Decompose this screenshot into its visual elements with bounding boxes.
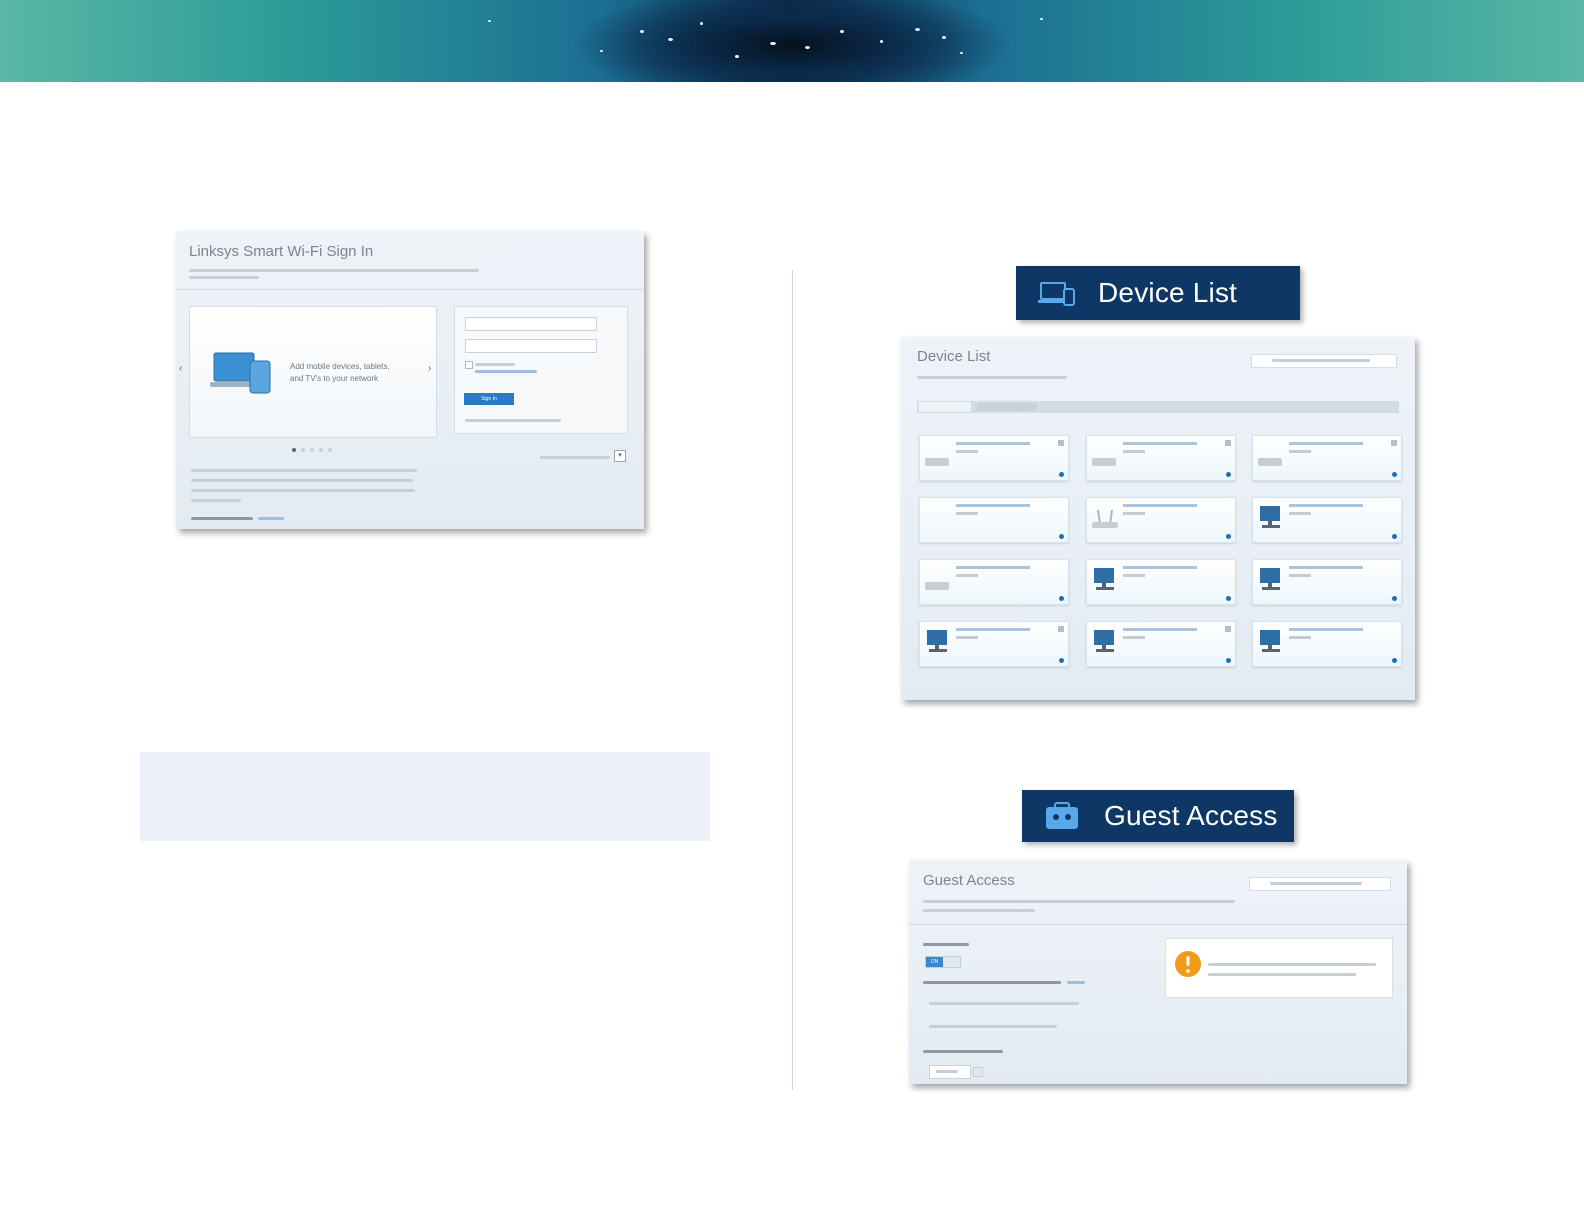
promo-text: Add mobile devices, tablets, and TV's to…	[290, 362, 390, 383]
warning-icon	[1175, 951, 1201, 977]
device-list-screenshot: Device List	[901, 337, 1415, 700]
device-tabs	[917, 401, 1399, 413]
guest-info-panel	[1165, 938, 1393, 998]
device-card[interactable]	[1086, 435, 1236, 481]
carousel-next-icon[interactable]: ›	[428, 363, 431, 374]
signin-button[interactable]: Sign In	[464, 393, 514, 405]
device-list-header-label: Device List	[1098, 277, 1238, 308]
password-input[interactable]	[465, 339, 597, 353]
desktop-icon	[1260, 506, 1280, 528]
remember-checkbox[interactable]	[465, 361, 473, 369]
router-icon	[1092, 458, 1116, 466]
device-card[interactable]	[1086, 497, 1236, 543]
device-card[interactable]	[919, 559, 1069, 605]
device-card[interactable]	[1252, 435, 1402, 481]
username-input[interactable]	[465, 317, 597, 331]
language-select[interactable]: ▾	[614, 450, 626, 462]
desktop-icon	[1260, 568, 1280, 590]
device-list-title: Device List	[917, 348, 991, 365]
wireless-router-icon	[1092, 509, 1118, 528]
login-form: Sign In	[454, 306, 628, 434]
note-box	[140, 752, 710, 841]
tab-my-network[interactable]	[919, 402, 971, 412]
device-card[interactable]	[1252, 621, 1402, 667]
toggle-on-label: ON	[926, 957, 943, 967]
device-card[interactable]	[1086, 621, 1236, 667]
desktop-icon	[1094, 630, 1114, 652]
tab-guest-network[interactable]	[977, 403, 1037, 411]
router-icon	[925, 458, 949, 466]
router-icon	[925, 582, 949, 590]
header-banner	[0, 0, 1584, 82]
device-card[interactable]	[919, 621, 1069, 667]
guest-access-icon	[1046, 802, 1078, 829]
router-icon	[1258, 458, 1282, 466]
signin-screenshot: Linksys Smart Wi-Fi Sign In Add mobile d…	[176, 231, 644, 529]
device-card[interactable]	[1086, 559, 1236, 605]
guest-access-title: Guest Access	[923, 872, 1015, 889]
carousel-dots	[292, 448, 332, 452]
device-card[interactable]	[1252, 497, 1402, 543]
desktop-icon	[927, 630, 947, 652]
column-divider	[792, 270, 793, 1090]
show-widget-checkbox[interactable]	[1249, 877, 1391, 891]
guest-access-toggle[interactable]: ON	[925, 956, 961, 968]
device-card[interactable]	[1252, 559, 1402, 605]
device-list-header: Device List	[1016, 266, 1300, 320]
guest-access-header-label: Guest Access	[1104, 800, 1278, 831]
total-guests-arrow-icon[interactable]	[973, 1067, 983, 1077]
signin-title: Linksys Smart Wi-Fi Sign In	[189, 243, 374, 260]
desktop-icon	[1094, 568, 1114, 590]
guest-access-screenshot: Guest Access ON	[909, 860, 1407, 1084]
device-card[interactable]	[919, 435, 1069, 481]
devices-icon	[210, 352, 271, 394]
desktop-icon	[1260, 630, 1280, 652]
promo-carousel: Add mobile devices, tablets, and TV's to…	[189, 306, 437, 438]
device-list-icon	[1038, 282, 1075, 306]
guest-access-header: Guest Access	[1022, 790, 1294, 842]
total-guests-select[interactable]	[929, 1065, 971, 1079]
device-card[interactable]	[919, 497, 1069, 543]
carousel-prev-icon[interactable]: ‹	[179, 363, 182, 374]
show-widget-checkbox[interactable]	[1251, 354, 1397, 368]
